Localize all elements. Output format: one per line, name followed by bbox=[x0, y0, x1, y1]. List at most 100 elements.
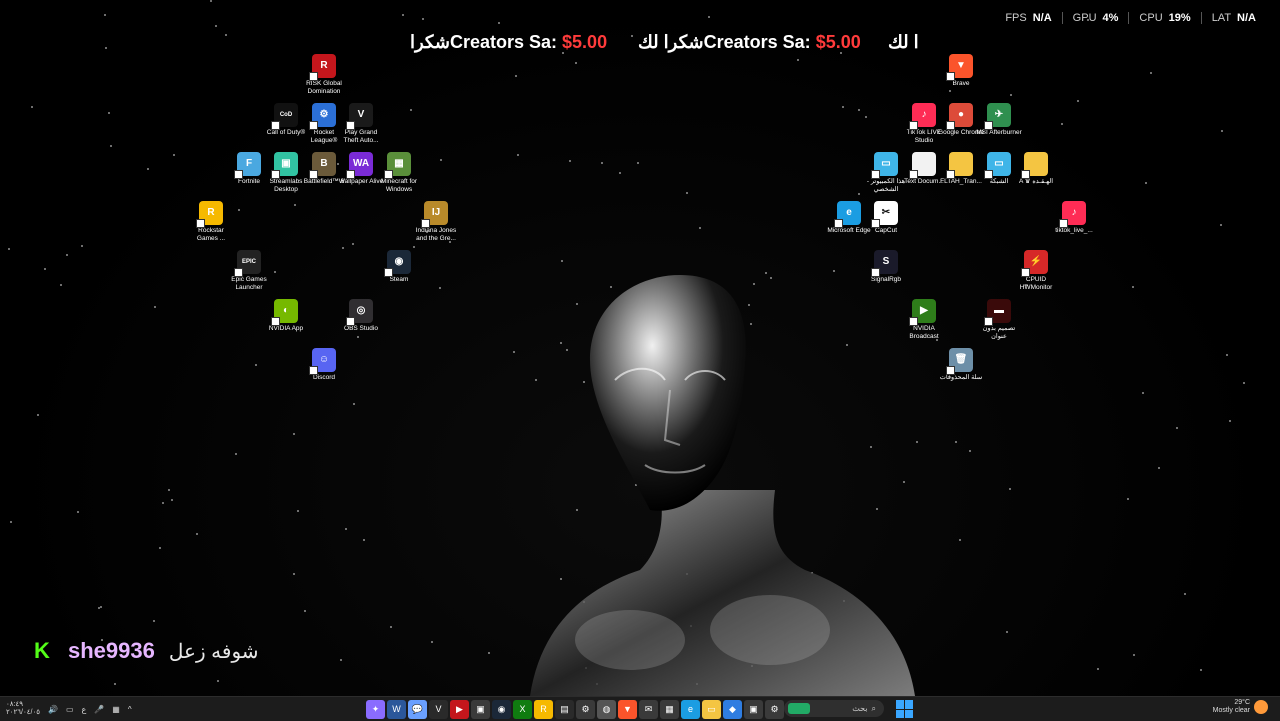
desktop-icon[interactable]: EPIC Epic Games Launcher bbox=[225, 250, 273, 292]
star bbox=[363, 539, 365, 541]
star bbox=[1226, 354, 1228, 356]
search-box[interactable]: بحث ⌕ bbox=[784, 700, 884, 717]
language-indicator[interactable]: ع bbox=[82, 705, 87, 714]
search-icon: ⌕ bbox=[871, 703, 876, 713]
brave-icon[interactable]: ▼ bbox=[618, 699, 637, 719]
desktop[interactable]: FPS N/A GPU 4% CPU 19% LAT N/A شكراCreat… bbox=[0, 0, 1280, 696]
settings-icon[interactable]: ⚙ bbox=[576, 699, 595, 719]
edge-icon[interactable]: e bbox=[681, 699, 700, 719]
xbox-icon[interactable]: X bbox=[513, 699, 532, 719]
desktop-icon[interactable]: ✂ CapCut bbox=[862, 201, 910, 235]
star bbox=[342, 247, 344, 249]
star bbox=[353, 403, 355, 405]
chevron-up-icon[interactable]: ^ bbox=[128, 705, 132, 714]
star bbox=[517, 154, 519, 156]
shortcut-arrow-icon bbox=[946, 121, 955, 130]
star bbox=[797, 59, 799, 61]
taskbar: ٠٨:٤٩ ٢٠٢٦/٠٤/٠٥ 🔊 ▭ ع 🎤 ▦ ^ ✦ W 💬 V ▶ ▣ ◉ X R ▤ ⚙… bbox=[0, 696, 1280, 721]
desktop-icon-label: Minecraft for Windows bbox=[380, 178, 418, 193]
weather-desc: Mostly clear bbox=[1212, 707, 1250, 714]
star bbox=[340, 659, 342, 661]
rec-icon[interactable]: ▶ bbox=[450, 699, 469, 719]
desktop-icon[interactable]: ⚡ CPUID HWMonitor bbox=[1012, 250, 1060, 292]
chat-icon[interactable]: 💬 bbox=[408, 699, 427, 719]
shortcut-arrow-icon bbox=[871, 219, 880, 228]
star bbox=[858, 193, 860, 195]
desktop-icon[interactable]: R Rockstar Games ... bbox=[187, 201, 235, 243]
steam-icon[interactable]: ◉ bbox=[492, 699, 511, 719]
star bbox=[114, 683, 116, 685]
volume-icon[interactable]: 🔊 bbox=[48, 705, 58, 714]
star bbox=[949, 90, 951, 92]
chat-bubble-icon[interactable]: ▣ bbox=[471, 699, 490, 719]
desktop-icon-label: Play Grand Theft Auto... bbox=[343, 129, 379, 144]
shortcut-arrow-icon bbox=[384, 268, 393, 277]
terminal-icon[interactable]: ▤ bbox=[555, 699, 574, 719]
star bbox=[168, 489, 170, 491]
file-explorer-icon[interactable]: ▭ bbox=[702, 699, 721, 719]
desktop-icon[interactable]: ♪ tiktok_live_... bbox=[1050, 201, 1098, 235]
star bbox=[1243, 382, 1245, 384]
desktop-icon[interactable]: ▦ Minecraft for Windows bbox=[375, 152, 423, 194]
desktop-icon[interactable]: S SignalRgb bbox=[862, 250, 910, 284]
star bbox=[147, 168, 149, 170]
cpu-readout: CPU 19% bbox=[1128, 12, 1200, 24]
word-icon[interactable]: W bbox=[387, 699, 406, 719]
ticker-thanks: شكرا لك bbox=[638, 32, 704, 52]
store-icon[interactable]: ▣ bbox=[744, 699, 763, 719]
start-button[interactable] bbox=[896, 700, 914, 718]
gta-icon[interactable]: V bbox=[429, 699, 448, 719]
star bbox=[488, 652, 490, 654]
rockstar-icon: R bbox=[196, 201, 223, 228]
star bbox=[108, 112, 110, 114]
kick-chat-message: K she9936 شوفه زعل bbox=[34, 638, 259, 664]
donation-ticker: شكراCreators Sa: $5.00 شكرا لكCreators S… bbox=[410, 30, 920, 54]
network-icon[interactable]: ▭ bbox=[66, 705, 74, 714]
photos-icon[interactable]: ◆ bbox=[723, 699, 742, 719]
copilot-icon[interactable]: ✦ bbox=[366, 699, 385, 719]
edge-icon: e bbox=[834, 201, 861, 228]
battlefield-icon: B bbox=[309, 152, 336, 179]
desktop-icon[interactable]: ▼ Brave bbox=[937, 54, 985, 88]
desktop-icon-label: SignalRgb bbox=[871, 276, 901, 283]
fortnite-icon[interactable]: ◍ bbox=[597, 699, 616, 719]
desktop-icon-label: Rockstar Games ... bbox=[196, 227, 226, 242]
star bbox=[858, 109, 860, 111]
desktop-icon[interactable]: A ♛ الهـقـده bbox=[1012, 152, 1060, 186]
desktop-icon[interactable]: 🗑 سلة المحذوفات bbox=[937, 348, 985, 382]
desktop-icon-label: Steam bbox=[389, 276, 409, 283]
desktop-icon[interactable]: ▬ تصميم بدون عنوان bbox=[975, 299, 1023, 341]
microphone-icon[interactable]: 🎤 bbox=[94, 705, 104, 714]
rockstar-icon[interactable]: R bbox=[534, 699, 553, 719]
star bbox=[708, 16, 710, 18]
cpu-label: CPU bbox=[1139, 12, 1163, 24]
star bbox=[440, 159, 442, 161]
desktop-icon[interactable]: ☺ Discord bbox=[300, 348, 348, 382]
star bbox=[60, 284, 62, 286]
desktop-icon-label: سلة المحذوفات bbox=[939, 374, 983, 381]
desktop-icon[interactable]: ◉ Steam bbox=[375, 250, 423, 284]
shortcut-arrow-icon bbox=[1021, 268, 1030, 277]
steam-icon: ◉ bbox=[384, 250, 411, 277]
clock[interactable]: ٠٨:٤٩ ٢٠٢٦/٠٤/٠٥ bbox=[6, 701, 40, 717]
gear-icon[interactable]: ⚙ bbox=[765, 699, 784, 719]
desktop-icon[interactable]: ◐ NVIDIA App bbox=[262, 299, 310, 333]
fps-value: N/A bbox=[1032, 12, 1052, 24]
notification-icon[interactable]: ▦ bbox=[112, 705, 120, 714]
desktop-icon[interactable]: ✈ MSI Afterburner bbox=[975, 103, 1023, 137]
desktop-icon-label: تصميم بدون عنوان bbox=[982, 325, 1016, 340]
desktop-icon[interactable]: ▶ NVIDIA Broadcast bbox=[900, 299, 948, 341]
performance-overlay: FPS N/A GPU 4% CPU 19% LAT N/A bbox=[995, 12, 1266, 24]
star bbox=[1220, 224, 1222, 226]
shortcut-arrow-icon bbox=[984, 121, 993, 130]
desktop-icon[interactable]: ◎ OBS Studio bbox=[337, 299, 385, 333]
desktop-icon[interactable]: V Play Grand Theft Auto... bbox=[337, 103, 385, 145]
star bbox=[1132, 286, 1134, 288]
calculator-icon[interactable]: ▦ bbox=[660, 699, 679, 719]
weather-widget[interactable]: 29°C Mostly clear bbox=[1213, 699, 1268, 715]
star bbox=[44, 268, 46, 270]
desktop-icon[interactable]: R RISK Global Domination bbox=[300, 54, 348, 96]
mail-icon[interactable]: ✉ bbox=[639, 699, 658, 719]
desktop-icon[interactable]: IJ Indiana Jones and the Gre... bbox=[412, 201, 460, 243]
hwmonitor-icon: ⚡ bbox=[1021, 250, 1048, 277]
